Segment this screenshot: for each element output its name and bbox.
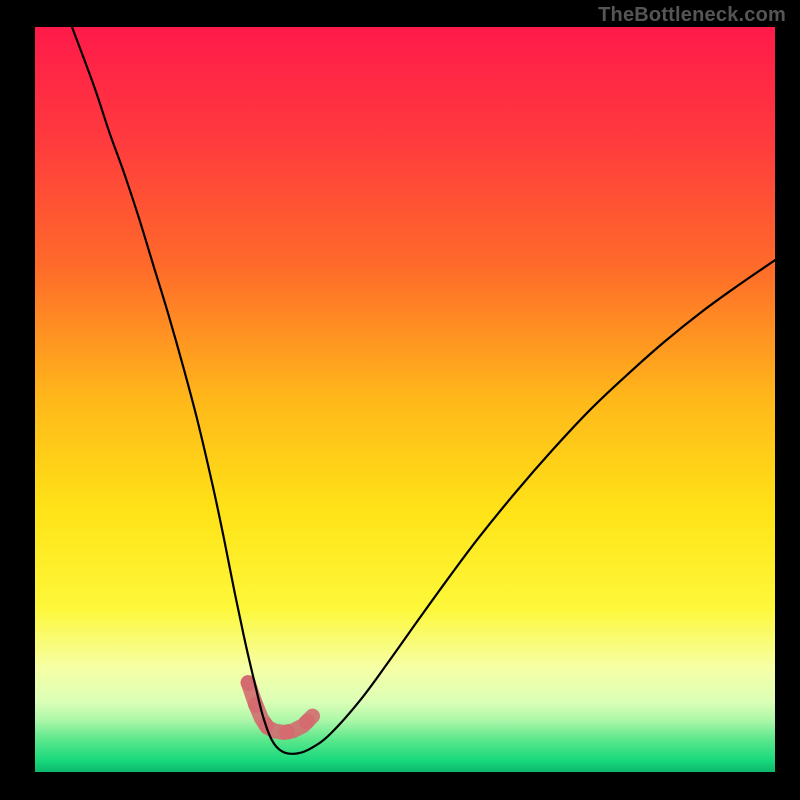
chart-frame: TheBottleneck.com: [0, 0, 800, 800]
chart-canvas: [0, 0, 800, 800]
plot-background: [35, 27, 775, 772]
